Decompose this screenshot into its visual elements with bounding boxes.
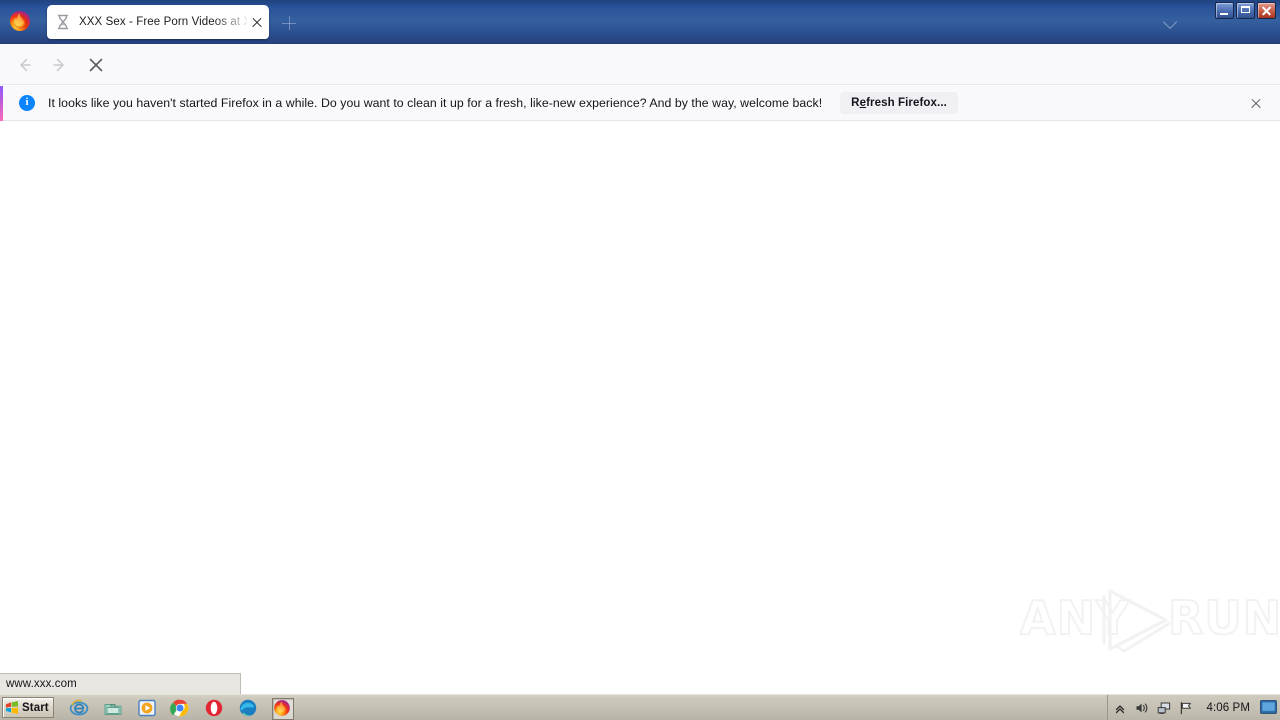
tab-close-icon[interactable] bbox=[249, 14, 265, 30]
play-triangle-icon bbox=[1102, 589, 1171, 653]
taskbar-item-microsoft-edge[interactable] bbox=[238, 698, 258, 718]
window-controls bbox=[1215, 2, 1276, 19]
refresh-btn-post: fresh Firefox... bbox=[866, 97, 947, 109]
hourglass-loading-icon bbox=[55, 14, 71, 30]
window-restore-button[interactable] bbox=[1236, 2, 1255, 19]
network-icon[interactable] bbox=[1156, 700, 1172, 716]
security-flag-icon[interactable] bbox=[1178, 700, 1194, 716]
anyrun-watermark: ANY RUN bbox=[1019, 583, 1280, 661]
display-icon[interactable] bbox=[1260, 700, 1277, 716]
taskbar-item-mozilla-firefox[interactable] bbox=[272, 698, 294, 720]
browser-window: XXX Sex - Free Porn Videos at XXX bbox=[0, 0, 1280, 720]
refresh-btn-pre: R bbox=[851, 97, 860, 109]
taskbar-item-internet-explorer[interactable] bbox=[69, 698, 89, 718]
system-clock[interactable]: 4:06 PM bbox=[1206, 702, 1250, 714]
tab-title: XXX Sex - Free Porn Videos at XXX bbox=[79, 16, 247, 28]
notification-message: It looks like you haven't started Firefo… bbox=[48, 96, 823, 110]
title-tab-bar: XXX Sex - Free Porn Videos at XXX bbox=[0, 0, 1280, 44]
windows-taskbar: Start 4:06 PM bbox=[0, 694, 1280, 720]
taskbar-item-google-chrome[interactable] bbox=[170, 698, 190, 718]
stop-loading-button[interactable] bbox=[81, 50, 111, 80]
window-close-button[interactable] bbox=[1257, 2, 1276, 19]
stop-x-icon bbox=[89, 58, 103, 72]
info-circle-icon bbox=[19, 94, 35, 111]
taskbar-item-windows-explorer[interactable] bbox=[103, 698, 123, 718]
browser-tab-active[interactable]: XXX Sex - Free Porn Videos at XXX bbox=[47, 5, 269, 39]
window-minimize-button[interactable] bbox=[1215, 2, 1234, 19]
start-button-label: Start bbox=[22, 701, 49, 714]
tab-list-chevron-down-icon[interactable] bbox=[1162, 13, 1180, 31]
chevron-up-icon[interactable] bbox=[1112, 700, 1128, 716]
refresh-firefox-button[interactable]: Refresh Firefox... bbox=[840, 92, 958, 114]
back-button[interactable] bbox=[9, 50, 39, 80]
new-tab-button[interactable] bbox=[278, 12, 300, 34]
firefox-logo-icon bbox=[9, 10, 31, 32]
notification-accent-stripe bbox=[0, 86, 3, 121]
start-button[interactable]: Start bbox=[2, 697, 54, 718]
forward-button[interactable] bbox=[45, 50, 75, 80]
taskbar-item-media-player[interactable] bbox=[137, 698, 157, 718]
notification-close-icon[interactable] bbox=[1247, 95, 1265, 113]
windows-flag-icon bbox=[5, 701, 19, 714]
speaker-icon[interactable] bbox=[1134, 700, 1150, 716]
watermark-text-any: ANY bbox=[1019, 590, 1131, 646]
watermark-text-run: RUN bbox=[1167, 590, 1280, 646]
status-link-text: www.xxx.com bbox=[6, 678, 77, 690]
back-arrow-icon bbox=[20, 58, 31, 72]
page-content-area: ANY RUN bbox=[0, 121, 1280, 673]
system-tray: 4:06 PM bbox=[1107, 695, 1280, 720]
forward-arrow-icon bbox=[53, 58, 64, 72]
status-bar: www.xxx.com bbox=[0, 673, 241, 694]
taskbar-item-opera[interactable] bbox=[204, 698, 224, 718]
notification-bar: It looks like you haven't started Firefo… bbox=[0, 86, 1280, 121]
navigation-toolbar: https://www.xxx.com bbox=[0, 44, 1280, 123]
statusbar-filler bbox=[241, 673, 1280, 694]
